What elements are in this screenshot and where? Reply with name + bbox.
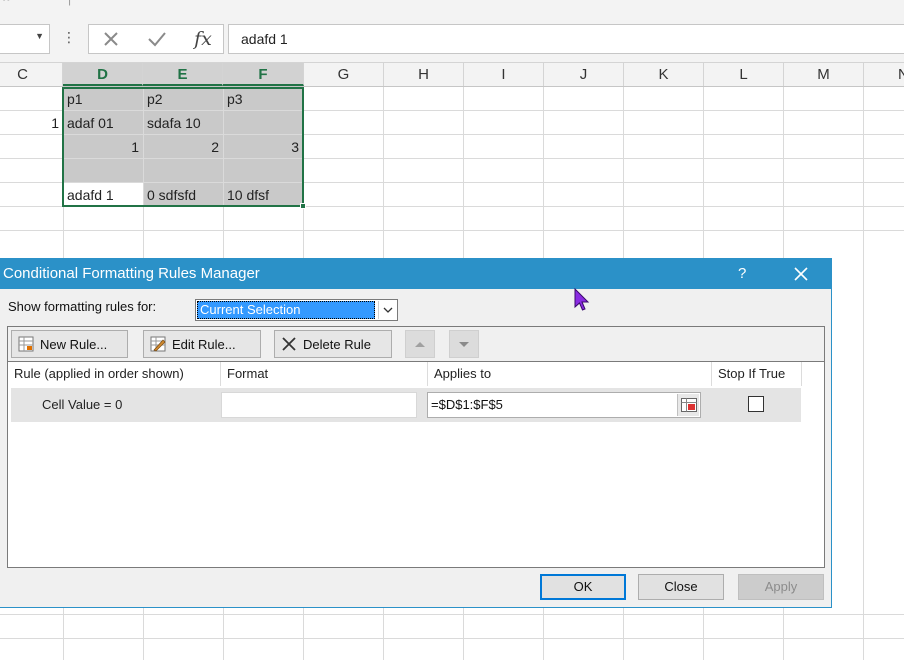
ghost-icon: | — [68, 0, 71, 6]
move-up-button[interactable] — [405, 330, 435, 358]
ok-button[interactable]: OK — [540, 574, 626, 600]
show-rules-label: Show formatting rules for: — [8, 299, 157, 314]
column-header-l[interactable]: L — [704, 63, 784, 86]
format-preview — [221, 392, 417, 418]
applies-to-input[interactable]: =$D$1:$F$5 — [427, 392, 701, 418]
column-header-k[interactable]: K — [624, 63, 704, 86]
name-box[interactable]: ▼ — [0, 24, 50, 54]
column-header-g[interactable]: G — [304, 63, 384, 86]
fill-handle[interactable] — [300, 203, 306, 209]
move-down-button[interactable] — [449, 330, 479, 358]
chevron-down-icon[interactable]: ▼ — [35, 31, 44, 41]
x-icon[interactable] — [91, 25, 131, 53]
column-rule: Rule (applied in order shown) — [8, 362, 221, 386]
column-header-m[interactable]: M — [784, 63, 864, 86]
cell-c2[interactable]: 1 — [0, 111, 63, 135]
edit-rule-icon — [150, 336, 166, 352]
show-rules-select[interactable]: Current Selection — [195, 299, 398, 321]
close-icon[interactable] — [790, 264, 812, 284]
stop-if-true-checkbox[interactable] — [748, 396, 764, 412]
conditional-formatting-dialog: Conditional Formatting Rules Manager ? S… — [0, 258, 832, 608]
column-header-c[interactable]: C — [0, 63, 63, 86]
range-picker-icon[interactable] — [677, 394, 699, 416]
rule-row[interactable]: Cell Value = 0 =$D$1:$F$5 — [11, 388, 801, 422]
apply-button[interactable]: Apply — [738, 574, 824, 600]
formula-buttons: fx — [88, 24, 224, 54]
column-header-i[interactable]: I — [464, 63, 544, 86]
formula-input[interactable]: adafd 1 — [228, 24, 904, 54]
delete-rule-button[interactable]: Delete Rule — [274, 330, 392, 358]
formula-bar: ▼ ⋮ fx adafd 1 — [0, 20, 904, 63]
column-header-n[interactable]: N — [864, 63, 904, 86]
column-header-f[interactable]: F — [223, 63, 304, 86]
help-button[interactable]: ? — [738, 265, 746, 282]
rules-panel: New Rule... Edit Rule... Delete Rule Rul… — [7, 326, 825, 568]
rules-toolbar: New Rule... Edit Rule... Delete Rule — [8, 327, 824, 362]
edit-rule-button[interactable]: Edit Rule... — [143, 330, 261, 358]
column-applies-to: Applies to — [428, 362, 712, 386]
gridline — [0, 614, 904, 615]
dialog-title-bar[interactable]: Conditional Formatting Rules Manager ? — [0, 259, 831, 289]
rule-description: Cell Value = 0 — [42, 397, 123, 412]
dialog-title: Conditional Formatting Rules Manager — [3, 265, 260, 282]
close-button[interactable]: Close — [638, 574, 724, 600]
more-options-icon[interactable]: ⋮ — [62, 29, 76, 46]
gridline — [0, 638, 904, 639]
chevron-down-icon[interactable] — [378, 301, 396, 319]
column-header-j[interactable]: J — [544, 63, 624, 86]
show-rules-value: Current Selection — [197, 301, 375, 319]
arrow-up-icon — [415, 341, 425, 347]
new-rule-icon — [18, 336, 34, 352]
delete-icon — [281, 336, 297, 352]
mouse-cursor-icon — [574, 287, 590, 315]
selection-border — [62, 87, 304, 207]
insert-function-button[interactable]: fx — [183, 25, 223, 53]
gridline — [863, 87, 864, 660]
arrow-down-icon — [459, 341, 469, 347]
rules-table-header: Rule (applied in order shown) Format App… — [8, 362, 824, 386]
column-header-h[interactable]: H — [384, 63, 464, 86]
column-header-e[interactable]: E — [143, 63, 223, 86]
check-icon[interactable] — [137, 25, 177, 53]
column-header-d[interactable]: D — [63, 63, 143, 86]
ribbon-remnant: •• | — [0, 0, 904, 20]
column-headers: C D E F G H I J K L M N — [0, 63, 904, 87]
column-stop-if-true: Stop If True — [712, 362, 802, 386]
new-rule-button[interactable]: New Rule... — [11, 330, 128, 358]
ghost-icon: •• — [2, 0, 10, 6]
column-format: Format — [221, 362, 428, 386]
gridline — [0, 230, 904, 231]
